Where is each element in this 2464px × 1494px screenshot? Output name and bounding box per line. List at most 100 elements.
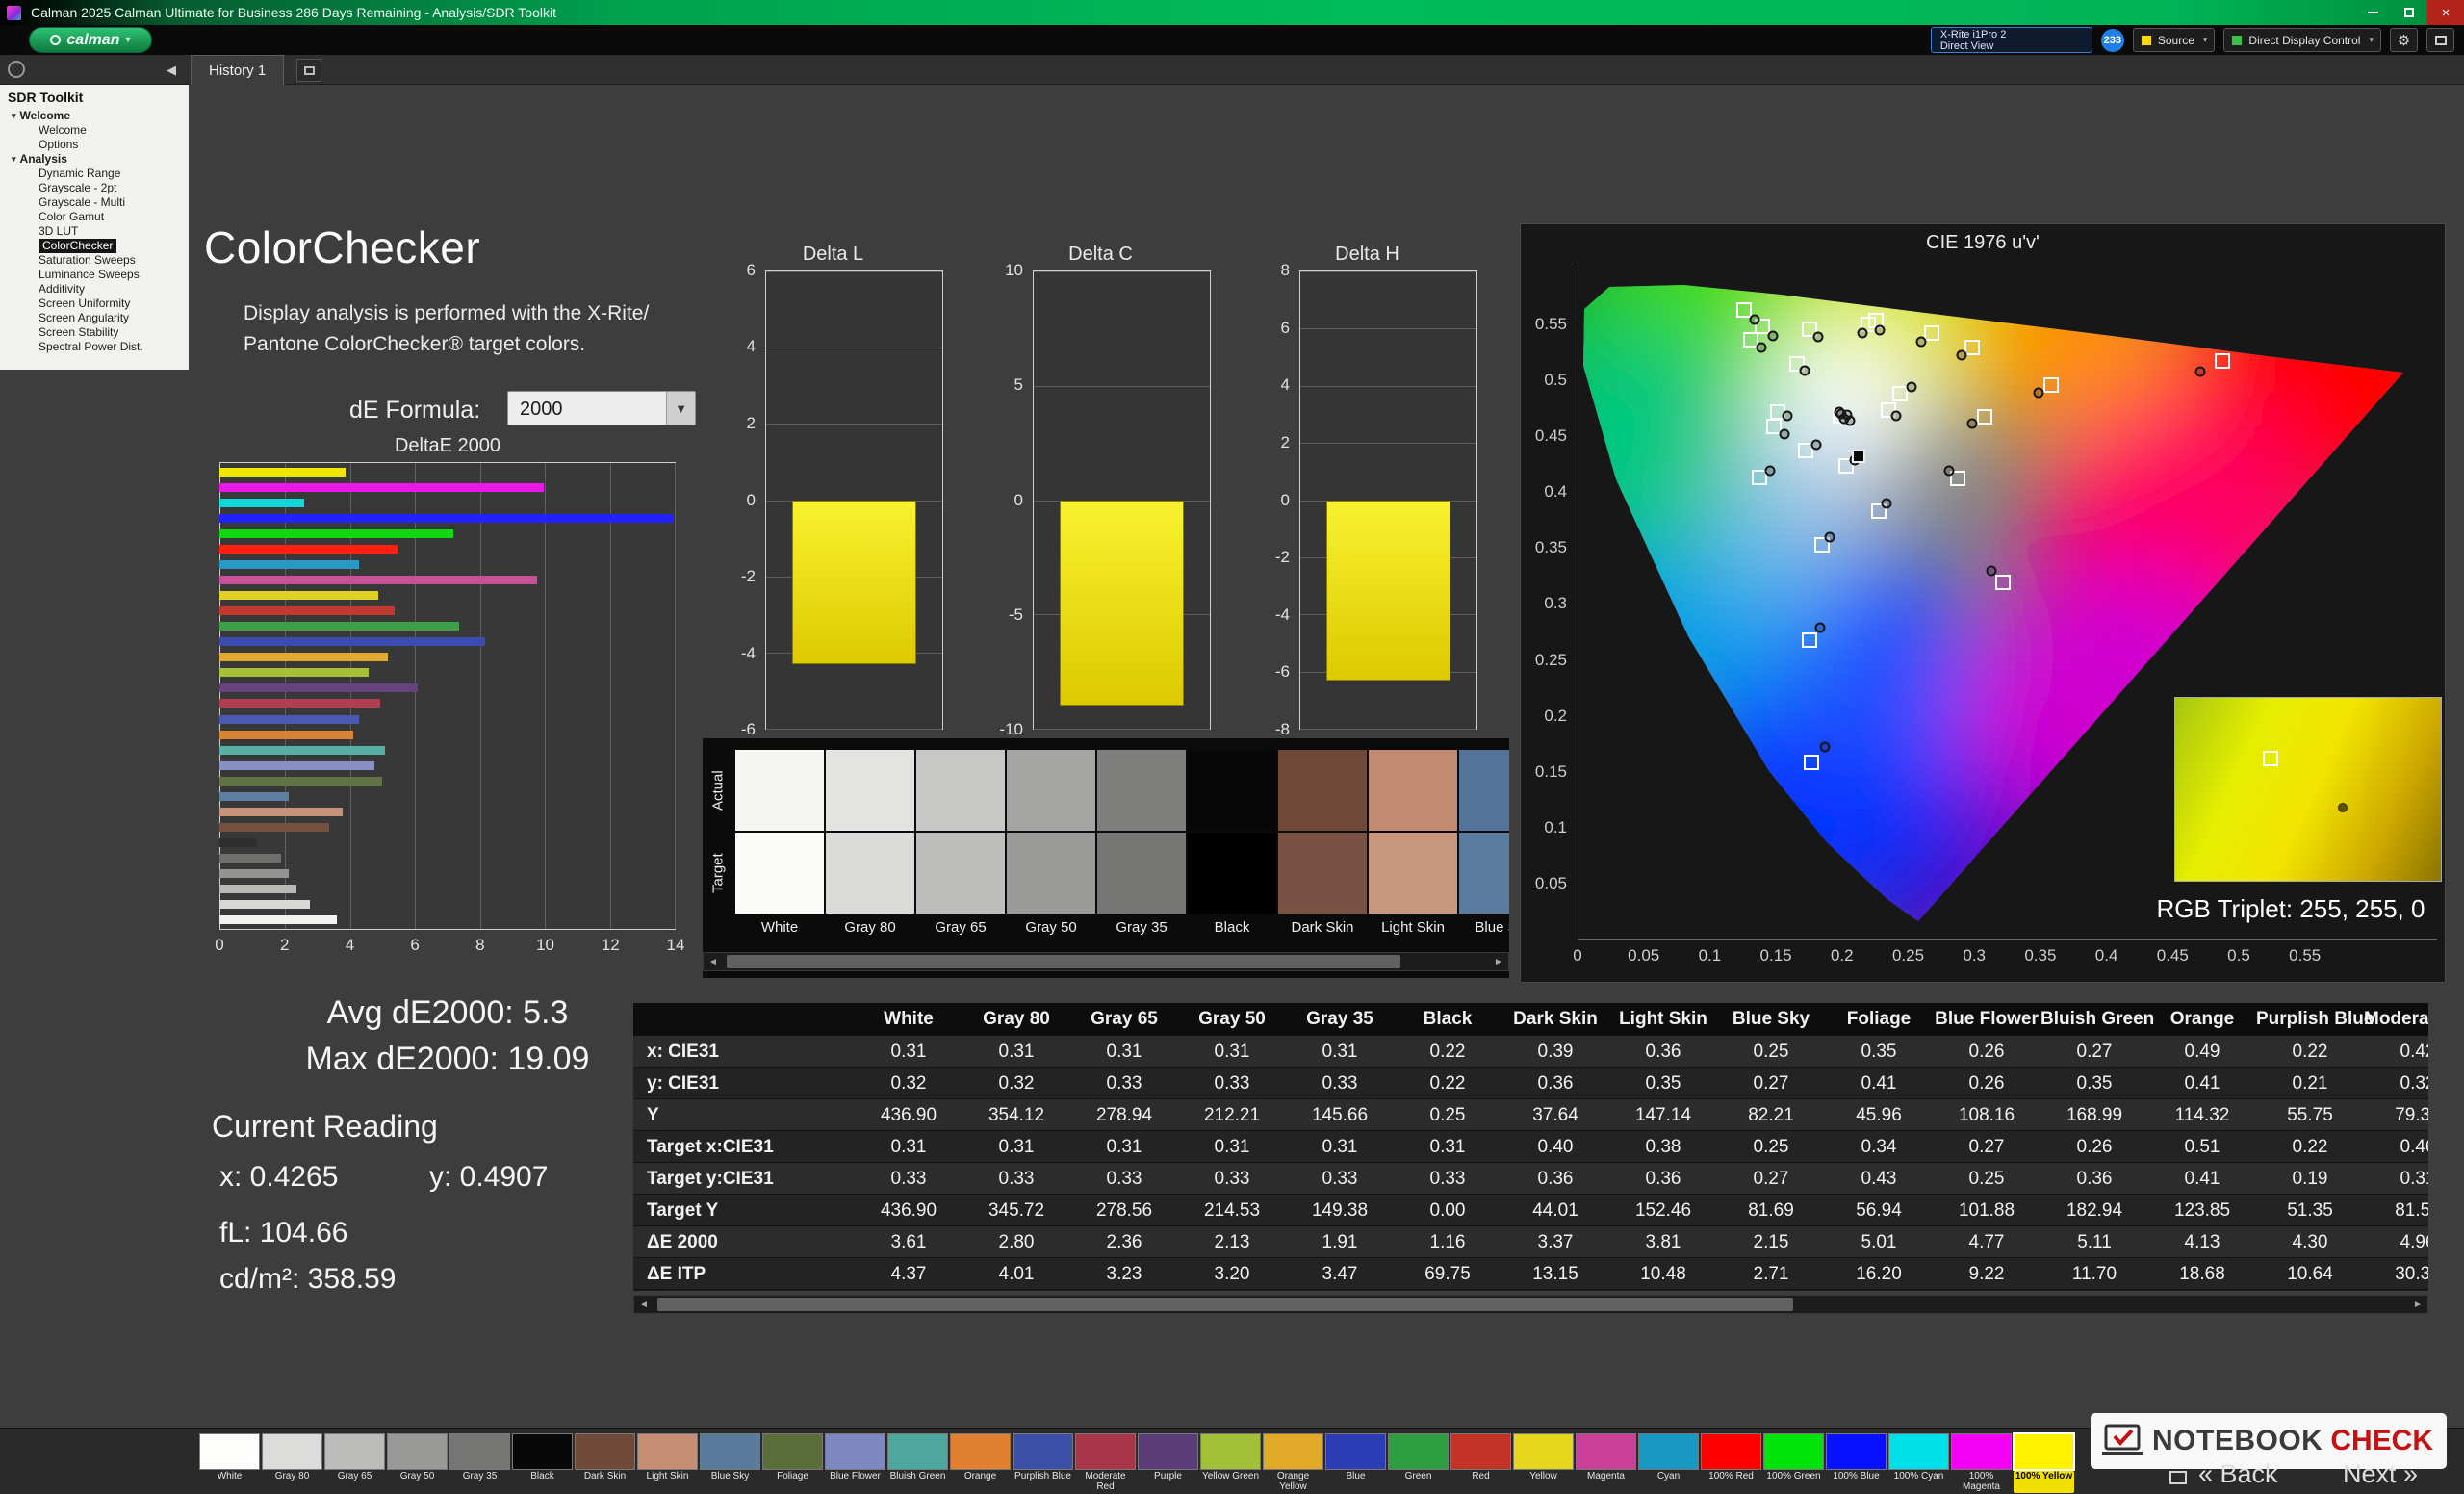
sidebar-item-analysis[interactable]: ▾ Analysis [0, 152, 189, 167]
scroll-left-icon[interactable]: ◄ [634, 1296, 654, 1313]
cie-measured-marker [1756, 342, 1767, 353]
display-control-dropdown[interactable]: Direct Display Control ▾ [2223, 28, 2381, 52]
cie-measured-marker [1943, 465, 1955, 477]
sidebar-item-screen-stability[interactable]: Screen Stability [0, 325, 189, 340]
sidebar-item-spectral-power-dist[interactable]: Spectral Power Dist. [0, 340, 189, 354]
patch-button-gray-50[interactable]: Gray 50 [387, 1433, 448, 1493]
table-cell: 0.25 [1429, 1105, 1466, 1125]
next-label: Next [2343, 1459, 2397, 1488]
maximize-button[interactable] [2391, 0, 2427, 25]
pin-button[interactable] [8, 61, 25, 78]
sidebar-item-grayscale-multi[interactable]: Grayscale - Multi [0, 195, 189, 210]
sidebar-item-grayscale-2pt[interactable]: Grayscale - 2pt [0, 181, 189, 195]
table-column-header: Gray 50 [1198, 1009, 1266, 1029]
sidebar-item-screen-uniformity[interactable]: Screen Uniformity [0, 296, 189, 311]
table-cell: 3.81 [1645, 1232, 1681, 1252]
patch-button-dark-skin[interactable]: Dark Skin [575, 1433, 635, 1493]
close-button[interactable]: × [2427, 0, 2464, 25]
patch-button-green[interactable]: Green [1388, 1433, 1449, 1493]
scroll-right-icon[interactable]: ► [1489, 953, 1508, 970]
patch-button-100-magenta[interactable]: 100% Magenta [1951, 1433, 2012, 1493]
patch-button-100-blue[interactable]: 100% Blue [1826, 1433, 1886, 1493]
sidebar-item-dynamic-range[interactable]: Dynamic Range [0, 167, 189, 181]
deltae-tick-label: 2 [279, 936, 290, 954]
table-scroll-thumb[interactable] [657, 1298, 1793, 1311]
patch-button-yellow-green[interactable]: Yellow Green [1200, 1433, 1261, 1493]
scroll-right-icon[interactable]: ► [2408, 1296, 2427, 1313]
sidebar-item-saturation-sweeps[interactable]: Saturation Sweeps [0, 253, 189, 268]
patch-button-bluish-green[interactable]: Bluish Green [887, 1433, 948, 1493]
sidebar-item-screen-angularity[interactable]: Screen Angularity [0, 311, 189, 325]
patch-button-red[interactable]: Red [1450, 1433, 1511, 1493]
patch-button-yellow[interactable]: Yellow [1513, 1433, 1574, 1493]
swatch-label: Gray 65 [935, 919, 987, 936]
swatch-scrollbar[interactable]: ◄ ► [703, 952, 1509, 971]
sidebar-item-color-gamut[interactable]: Color Gamut [0, 210, 189, 224]
sidebar-item-options[interactable]: Options [0, 138, 189, 152]
swatch-scroll-thumb[interactable] [727, 955, 1400, 968]
patch-button-black[interactable]: Black [512, 1433, 573, 1493]
cie-target-marker [1964, 340, 1981, 356]
patch-button-foliage[interactable]: Foliage [762, 1433, 823, 1493]
patch-button-moderate-red[interactable]: Moderate Red [1075, 1433, 1136, 1493]
minimize-button[interactable] [2354, 0, 2391, 25]
deltae-bar-100-green [219, 528, 453, 538]
patch-button-100-green[interactable]: 100% Green [1763, 1433, 1824, 1493]
tree-expand-icon[interactable]: ▾ [12, 109, 16, 123]
sidebar-collapse-button[interactable]: ◀ [160, 59, 183, 82]
cie-measured-marker [1874, 324, 1886, 336]
patch-button-gray-80[interactable]: Gray 80 [262, 1433, 322, 1493]
de-formula-select[interactable]: 2000 ▼ [507, 391, 696, 425]
sidebar-item-colorchecker[interactable]: ColorChecker [0, 239, 189, 253]
settings-button[interactable]: ⚙ [2390, 28, 2418, 52]
chevron-down-icon: ▾ [2369, 35, 2374, 44]
tab-history-1[interactable]: History 1 [191, 55, 285, 85]
patch-button-purple[interactable]: Purple [1138, 1433, 1198, 1493]
patch-button-white[interactable]: White [199, 1433, 260, 1493]
avg-de2000: Avg dE2000: 5.3 [326, 994, 569, 1031]
delta-c-chart: Delta C 10 5 0 -5 -10 [990, 244, 1211, 754]
sidebar-item-additivity[interactable]: Additivity [0, 282, 189, 296]
source-dropdown[interactable]: Source ▾ [2132, 28, 2216, 52]
patch-button-100-yellow[interactable]: 100% Yellow [2013, 1432, 2075, 1493]
patch-button-blue[interactable]: Blue [1325, 1433, 1386, 1493]
sidebar-item-luminance-sweeps[interactable]: Luminance Sweeps [0, 268, 189, 282]
table-cell: 436.90 [880, 1105, 937, 1125]
calman-logo-menu[interactable]: calman ▾ [29, 27, 152, 53]
next-button[interactable]: Next » [2343, 1459, 2418, 1489]
meter-button[interactable]: X-Rite i1Pro 2 Direct View [1930, 27, 2092, 53]
reading-count-badge[interactable]: 233 [2100, 28, 2124, 52]
patch-button-magenta[interactable]: Magenta [1576, 1433, 1636, 1493]
patch-button-blue-sky[interactable]: Blue Sky [700, 1433, 760, 1493]
patch-button-100-cyan[interactable]: 100% Cyan [1888, 1433, 1949, 1493]
sidebar-item-3d-lut[interactable]: 3D LUT [0, 224, 189, 239]
sidebar-item-welcome[interactable]: Welcome [0, 123, 189, 138]
cie-chart-title: CIE 1976 u'v' [1926, 232, 2040, 253]
delta-h-bar [1326, 500, 1450, 681]
table-cell: 0.36 [1537, 1073, 1574, 1094]
patch-button-blue-flower[interactable]: Blue Flower [825, 1433, 886, 1493]
table-scrollbar[interactable]: ◄ ► [633, 1295, 2428, 1314]
patch-button-light-skin[interactable]: Light Skin [637, 1433, 698, 1493]
sidebar-item-welcome[interactable]: ▾ Welcome [0, 109, 189, 123]
new-tab-button[interactable] [296, 59, 321, 82]
patch-button-gray-65[interactable]: Gray 65 [324, 1433, 385, 1493]
table-cell: 16.20 [1856, 1264, 1902, 1284]
patch-bar: White Gray 80 Gray 65 Gray 50 Gray 35 Black Da… [199, 1432, 2075, 1493]
patch-color [1138, 1433, 1198, 1470]
table-cell: 56.94 [1856, 1200, 1902, 1221]
scroll-left-icon[interactable]: ◄ [704, 953, 723, 970]
patch-button-gray-35[interactable]: Gray 35 [449, 1433, 510, 1493]
chevron-down-icon: ▼ [666, 392, 695, 425]
patch-button-orange[interactable]: Orange [950, 1433, 1011, 1493]
inset-measured-marker [2337, 803, 2348, 812]
patch-color [762, 1433, 823, 1470]
patch-button-purplish-blue[interactable]: Purplish Blue [1013, 1433, 1073, 1493]
fullscreen-button[interactable] [2426, 28, 2454, 52]
back-button[interactable]: « Back [2198, 1459, 2278, 1489]
tree-expand-icon[interactable]: ▾ [12, 152, 16, 167]
patch-button-100-red[interactable]: 100% Red [1701, 1433, 1761, 1493]
deltae-tick-label: 10 [536, 936, 555, 954]
patch-button-orange-yellow[interactable]: Orange Yellow [1263, 1433, 1323, 1493]
patch-button-cyan[interactable]: Cyan [1638, 1433, 1699, 1493]
